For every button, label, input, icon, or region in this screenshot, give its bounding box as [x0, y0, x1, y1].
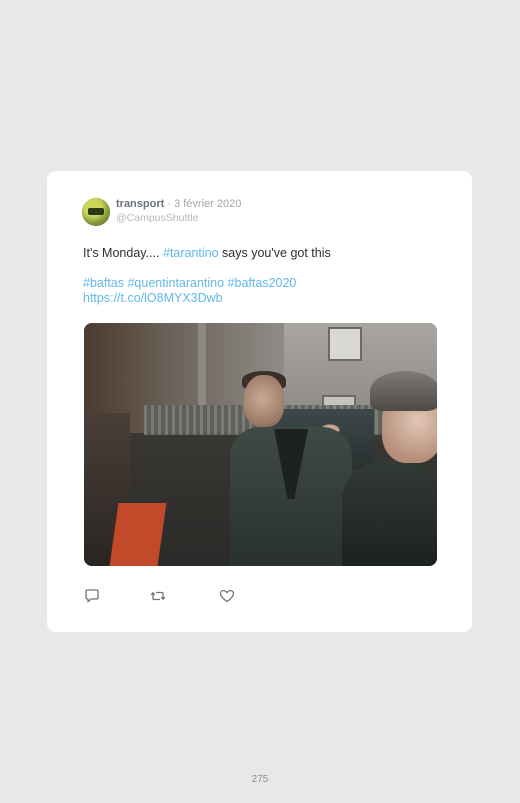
tweet-card: transport · 3 février 2020 @CampusShuttl… — [47, 171, 472, 632]
page-number: 275 — [251, 774, 269, 785]
separator: · — [167, 198, 172, 210]
tweet-url[interactable]: https://t.co/lO8MYX3Dwb — [83, 291, 443, 306]
tweet-text-prefix: It's Monday.... — [83, 246, 163, 260]
author-handle[interactable]: @CampusShuttle — [116, 212, 241, 225]
tweet-text-suffix: says you've got this — [218, 246, 331, 260]
retweet-icon — [149, 587, 167, 605]
tweet-header: transport · 3 février 2020 @CampusShuttl… — [82, 198, 241, 230]
hashtags-line[interactable]: #baftas #quentintarantino #baftas2020 — [83, 276, 443, 291]
hashtag-link[interactable]: #tarantino — [163, 246, 219, 260]
author-name[interactable]: transport — [116, 198, 164, 210]
avatar[interactable] — [82, 198, 110, 226]
tweet-date[interactable]: 3 février 2020 — [174, 198, 241, 210]
retweet-button[interactable] — [149, 587, 167, 605]
tweet-hashtags: #baftas #quentintarantino #baftas2020 ht… — [83, 276, 443, 306]
reply-icon — [83, 587, 101, 605]
heart-icon — [218, 587, 236, 605]
like-button[interactable] — [218, 587, 236, 605]
author-info: transport · 3 février 2020 @CampusShuttl… — [116, 198, 241, 225]
tweet-media-gif[interactable] — [84, 323, 437, 566]
tweet-text: It's Monday.... #tarantino says you've g… — [83, 246, 443, 261]
reply-button[interactable] — [83, 587, 101, 605]
